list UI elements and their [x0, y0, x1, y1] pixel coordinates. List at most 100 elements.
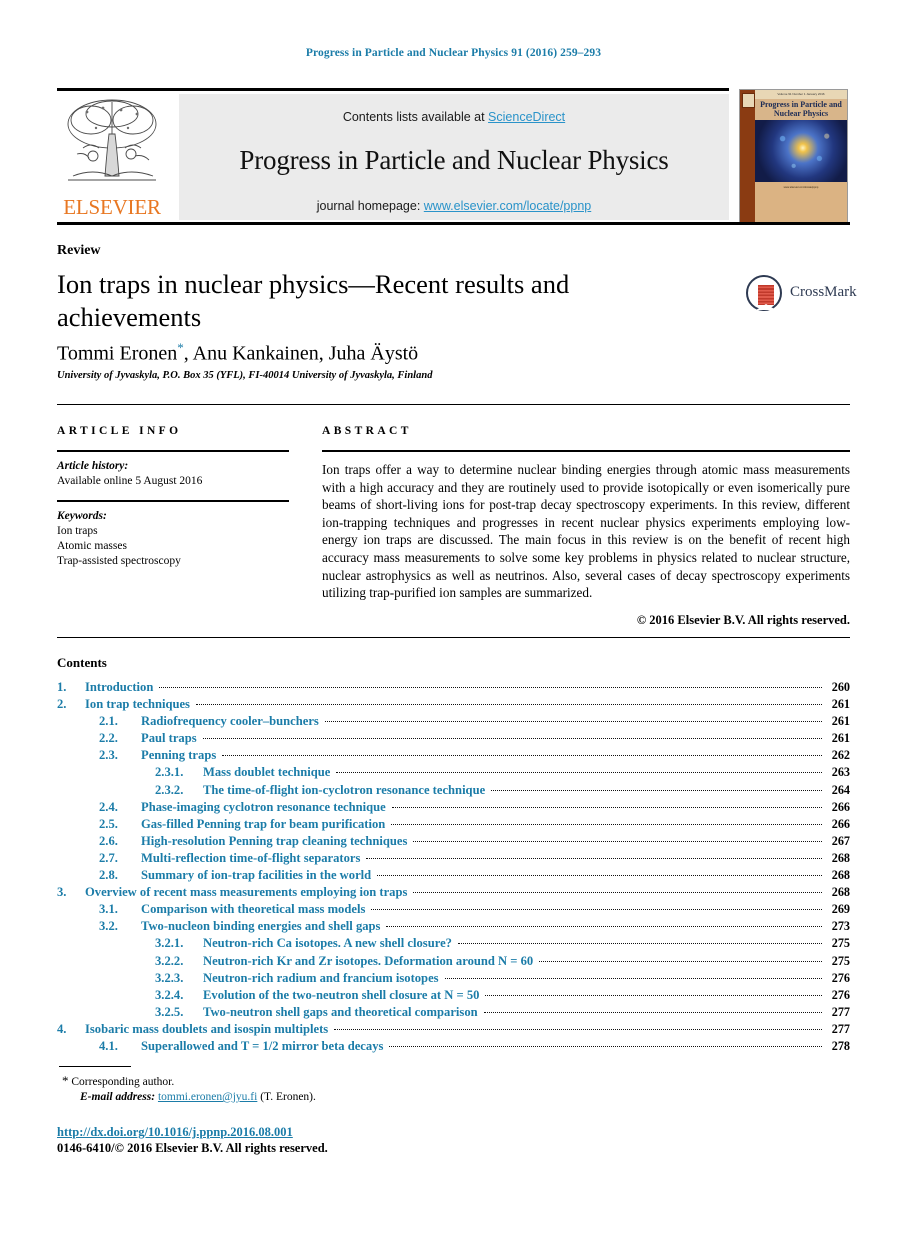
toc-entry-label[interactable]: Neutron-rich Kr and Zr isotopes. Deforma… — [203, 954, 537, 969]
contents-available-line: Contents lists available at ScienceDirec… — [179, 110, 729, 124]
abstract-section: ABSTRACT Ion traps offer a way to determ… — [322, 425, 850, 628]
toc-entry-label[interactable]: Comparison with theoretical mass models — [141, 902, 369, 917]
toc-entry[interactable]: 3. Overview of recent mass measurements e… — [57, 885, 850, 902]
toc-entry-label[interactable]: Ion trap techniques — [85, 697, 194, 712]
toc-entry[interactable]: 4. Isobaric mass doublets and isospin mul… — [57, 1022, 850, 1039]
toc-leader-dots — [386, 926, 822, 928]
toc-entry[interactable]: 2.4. Phase-imaging cyclotron resonance te… — [57, 800, 850, 817]
toc-entry-number: 2.7. — [99, 850, 118, 865]
toc-entry[interactable]: 2.3.1. Mass doublet technique 263 — [57, 765, 850, 782]
toc-entry[interactable]: 1. Introduction 260 — [57, 680, 850, 697]
toc-entry[interactable]: 4.1. Superallowed and T = 1/2 mirror beta… — [57, 1039, 850, 1056]
toc-entry-label[interactable]: Two-nucleon binding energies and shell g… — [141, 919, 384, 934]
toc-entry-label[interactable]: Multi-reflection time-of-flight separato… — [141, 851, 364, 866]
article-type-label: Review — [57, 243, 101, 258]
article-info-section: ARTICLE INFO Article history: Available … — [57, 425, 289, 569]
toc-entry-page: 262 — [831, 748, 850, 763]
crossmark-badge[interactable]: CrossMark — [746, 272, 857, 314]
toc-entry[interactable]: 3.2.3. Neutron-rich radium and francium i… — [57, 971, 850, 988]
journal-homepage-line: journal homepage: www.elsevier.com/locat… — [179, 199, 729, 213]
toc-entry[interactable]: 2.1. Radiofrequency cooler–bunchers 261 — [57, 714, 850, 731]
abstract-body: Ion traps offer a way to determine nucle… — [322, 462, 850, 601]
toc-entry-number: 2.2. — [99, 731, 118, 746]
toc-entry-page: 278 — [831, 1038, 850, 1053]
toc-entry-label[interactable]: Overview of recent mass measurements emp… — [85, 885, 411, 900]
toc-entry-number: 2.3. — [99, 748, 118, 763]
toc-leader-dots — [539, 960, 822, 962]
toc-leader-dots — [222, 755, 822, 757]
abstract-rule — [322, 450, 850, 452]
journal-homepage-link[interactable]: www.elsevier.com/locate/ppnp — [424, 199, 591, 213]
banner-bottom-rule — [57, 222, 850, 225]
toc-entry-number: 3.2.4. — [155, 987, 184, 1002]
toc-entry[interactable]: 3.2. Two-nucleon binding energies and she… — [57, 919, 850, 936]
toc-entry-label[interactable]: Summary of ion-trap facilities in the wo… — [141, 868, 375, 883]
toc-entry-label[interactable]: Gas-filled Penning trap for beam purific… — [141, 817, 389, 832]
toc-entry-label[interactable]: The time-of-flight ion-cyclotron resonan… — [203, 783, 489, 798]
toc-leader-dots — [391, 823, 822, 825]
toc-entry-page: 275 — [831, 953, 850, 968]
toc-entry-label[interactable]: Penning traps — [141, 748, 220, 763]
table-of-contents: 1. Introduction 260 2. Ion trap techniques 26… — [57, 680, 850, 1056]
toc-entry-label[interactable]: Two-neutron shell gaps and theoretical c… — [203, 1005, 482, 1020]
toc-entry-label[interactable]: High-resolution Penning trap cleaning te… — [141, 834, 411, 849]
toc-entry-number: 3.2.5. — [155, 1004, 184, 1019]
toc-entry-label[interactable]: Neutron-rich radium and francium isotope… — [203, 971, 443, 986]
toc-entry-label[interactable]: Mass doublet technique — [203, 765, 334, 780]
keywords-label: Keywords: — [57, 510, 107, 522]
toc-entry[interactable]: 2.5. Gas-filled Penning trap for beam pur… — [57, 817, 850, 834]
crossmark-label: CrossMark — [790, 284, 857, 300]
toc-entry-label[interactable]: Evolution of the two-neutron shell closu… — [203, 988, 483, 1003]
toc-entry[interactable]: 2.3. Penning traps 262 — [57, 748, 850, 765]
toc-entry-label[interactable]: Introduction — [85, 680, 157, 695]
cover-publisher-badge — [742, 93, 755, 108]
toc-entry[interactable]: 2.6. High-resolution Penning trap cleanin… — [57, 834, 850, 851]
footnote-star: * — [62, 1073, 69, 1088]
toc-entry[interactable]: 3.2.1. Neutron-rich Ca isotopes. A new sh… — [57, 936, 850, 953]
toc-entry-page: 261 — [831, 731, 850, 746]
abstract-copyright: © 2016 Elsevier B.V. All rights reserved… — [636, 612, 850, 627]
toc-entry-page: 261 — [831, 697, 850, 712]
running-head: Progress in Particle and Nuclear Physics… — [305, 47, 602, 59]
toc-entry[interactable]: 2.2. Paul traps 261 — [57, 731, 850, 748]
toc-entry[interactable]: 2.7. Multi-reflection time-of-flight sepa… — [57, 851, 850, 868]
journal-cover-thumbnail[interactable]: Volume 91 Number 1 January 2016 Progress… — [739, 89, 848, 223]
toc-entry[interactable]: 3.2.4. Evolution of the two-neutron shell… — [57, 988, 850, 1005]
cover-spine — [740, 90, 755, 222]
corresponding-author-note: * Corresponding author. — [62, 1073, 316, 1090]
toc-entry[interactable]: 3.2.5. Two-neutron shell gaps and theoret… — [57, 1005, 850, 1022]
toc-entry-label[interactable]: Phase-imaging cyclotron resonance techni… — [141, 800, 390, 815]
toc-leader-dots — [334, 1028, 822, 1030]
toc-entry[interactable]: 3.1. Comparison with theoretical mass mod… — [57, 902, 850, 919]
toc-entry-number: 4.1. — [99, 1038, 118, 1053]
toc-entry-page: 276 — [831, 987, 850, 1002]
toc-entry[interactable]: 3.2.2. Neutron-rich Kr and Zr isotopes. D… — [57, 954, 850, 971]
cover-issue-strip: Volume 91 Number 1 January 2016 — [755, 90, 847, 99]
author-rest: , Anu Kankainen, Juha Äystö — [183, 342, 419, 365]
article-history-label: Article history: — [57, 460, 129, 472]
toc-entry-number: 3.1. — [99, 902, 118, 917]
toc-entry-label[interactable]: Radiofrequency cooler–bunchers — [141, 714, 323, 729]
keywords-rule — [57, 500, 289, 502]
doi-link[interactable]: http://dx.doi.org/10.1016/j.ppnp.2016.08… — [57, 1125, 293, 1140]
author-first: Tommi Eronen — [57, 342, 178, 365]
toc-entry-number: 2.6. — [99, 833, 118, 848]
email-link[interactable]: tommi.eronen@jyu.fi — [158, 1091, 257, 1103]
email-label: E-mail address: — [80, 1091, 156, 1103]
toc-leader-dots — [413, 892, 822, 894]
toc-leader-dots — [324, 721, 822, 723]
toc-entry-label[interactable]: Neutron-rich Ca isotopes. A new shell cl… — [203, 936, 456, 951]
toc-entry-page: 266 — [831, 799, 850, 814]
toc-entry[interactable]: 2. Ion trap techniques 261 — [57, 697, 850, 714]
crossmark-icon — [746, 275, 782, 311]
sciencedirect-link[interactable]: ScienceDirect — [488, 110, 565, 124]
toc-entry-label[interactable]: Isobaric mass doublets and isospin multi… — [85, 1022, 332, 1037]
banner-center: Contents lists available at ScienceDirec… — [179, 94, 729, 220]
toc-entry-page: 266 — [831, 816, 850, 831]
toc-entry-label[interactable]: Superallowed and T = 1/2 mirror beta dec… — [141, 1039, 387, 1054]
toc-entry[interactable]: 2.8. Summary of ion-trap facilities in th… — [57, 868, 850, 885]
cover-lower-panel: www.elsevier.com/locate/ppnp — [755, 182, 847, 222]
toc-entry[interactable]: 2.3.2. The time-of-flight ion-cyclotron r… — [57, 783, 850, 800]
toc-leader-dots — [485, 994, 822, 996]
toc-entry-label[interactable]: Paul traps — [141, 731, 201, 746]
